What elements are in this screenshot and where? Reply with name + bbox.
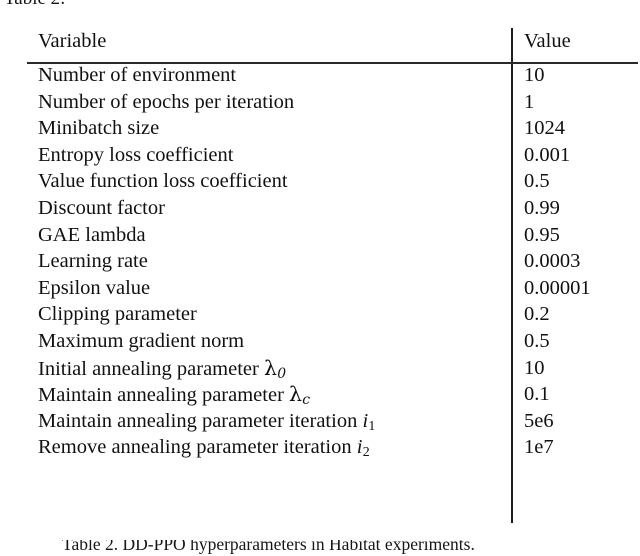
cell-variable: Epsilon value xyxy=(38,276,151,299)
cell-variable: Entropy loss coefficient xyxy=(38,143,234,166)
table-number-fragment: Table 2: xyxy=(4,0,65,8)
table-row: Number of epochs per iteration 1 xyxy=(0,89,640,116)
symbol-iteration: i2 xyxy=(356,436,370,461)
table-row: Entropy loss coefficient 0.001 xyxy=(0,142,640,169)
cell-value: 0.5 xyxy=(524,170,550,193)
table-row: Learning rate 0.0003 xyxy=(0,248,640,275)
table-row: Discount factor 0.99 xyxy=(0,195,640,222)
symbol-subscript: 1 xyxy=(368,418,376,434)
cell-variable: Number of epochs per iteration xyxy=(38,90,295,113)
cell-variable-text: Maintain annealing parameter iteration xyxy=(38,409,358,432)
cell-variable: Number of environment xyxy=(38,64,237,86)
table-row: Number of environment 10 xyxy=(0,62,640,89)
symbol-subscript: 0 xyxy=(277,365,287,382)
cell-value: 0.00001 xyxy=(524,276,591,299)
table-row: Epsilon value 0.00001 xyxy=(0,275,640,302)
table-caption-fragment: Table 2. DD-PPO hyperparameters in Habit… xyxy=(62,540,475,554)
cell-value: 0.99 xyxy=(524,196,560,219)
cell-value: 1 xyxy=(524,90,535,113)
top-cropped-line: Table 2: xyxy=(0,0,640,14)
cell-variable-text: Initial annealing parameter xyxy=(38,357,259,380)
table-row: Maintain annealing parameter λc 0.1 xyxy=(0,381,640,408)
symbol-glyph: λ xyxy=(289,382,303,407)
cell-value: 0.0003 xyxy=(524,250,581,273)
symbol-lambda: λc xyxy=(289,382,311,409)
table-row: GAE lambda 0.95 xyxy=(0,222,640,249)
cell-value: 1024 xyxy=(524,117,565,140)
cell-value: 0.2 xyxy=(524,303,550,326)
cell-value: 10 xyxy=(524,64,545,86)
cell-variable: Minibatch size xyxy=(38,117,160,140)
cell-value: 1e7 xyxy=(524,436,554,459)
cell-variable: Learning rate xyxy=(38,250,148,273)
column-header-value: Value xyxy=(524,30,571,52)
symbol-glyph: λ xyxy=(263,355,277,380)
cell-variable: Maximum gradient norm xyxy=(38,329,245,352)
table-row: Remove annealing parameter iteration i2 … xyxy=(0,434,640,461)
cell-variable: Clipping parameter xyxy=(38,303,197,326)
paper-table-page: { "page": { "top_fragment": "Table 2:", … xyxy=(0,0,640,556)
cell-variable-text: Maintain annealing parameter xyxy=(38,384,284,407)
cell-variable: Discount factor xyxy=(38,196,165,219)
symbol-iteration: i1 xyxy=(362,410,376,434)
table-row: Initial annealing parameter λ0 10 xyxy=(0,355,640,382)
cell-variable: Value function loss coefficient xyxy=(38,170,288,193)
symbol-subscript: 2 xyxy=(362,445,370,461)
cell-variable-text: Remove annealing parameter iteration xyxy=(38,436,352,459)
bottom-cropped-caption: Table 2. DD-PPO hyperparameters in Habit… xyxy=(0,540,640,556)
cell-value: 0.95 xyxy=(524,223,560,246)
table-header-row: Variable Value xyxy=(0,24,640,62)
cell-value: 10 xyxy=(524,356,545,379)
cell-value: 0.001 xyxy=(524,143,571,166)
cell-value: 5e6 xyxy=(524,409,554,432)
cell-variable: GAE lambda xyxy=(38,223,146,246)
symbol-lambda: λ0 xyxy=(263,355,287,382)
column-header-variable: Variable xyxy=(38,30,107,52)
symbol-glyph: i xyxy=(356,436,363,459)
table-grid: Variable Value Number of environment 10 … xyxy=(0,24,640,461)
table-row: Clipping parameter 0.2 xyxy=(0,301,640,328)
table-row: Value function loss coefficient 0.5 xyxy=(0,168,640,195)
symbol-subscript: c xyxy=(302,392,311,409)
hyperparameter-table: Variable Value Number of environment 10 … xyxy=(0,24,640,524)
cell-variable: Remove annealing parameter iteration i2 xyxy=(38,434,370,467)
cell-value: 0.5 xyxy=(524,329,550,352)
table-row: Maximum gradient norm 0.5 xyxy=(0,328,640,355)
cell-value: 0.1 xyxy=(524,383,550,406)
table-row: Maintain annealing parameter iteration i… xyxy=(0,408,640,435)
table-row: Minibatch size 1024 xyxy=(0,115,640,142)
